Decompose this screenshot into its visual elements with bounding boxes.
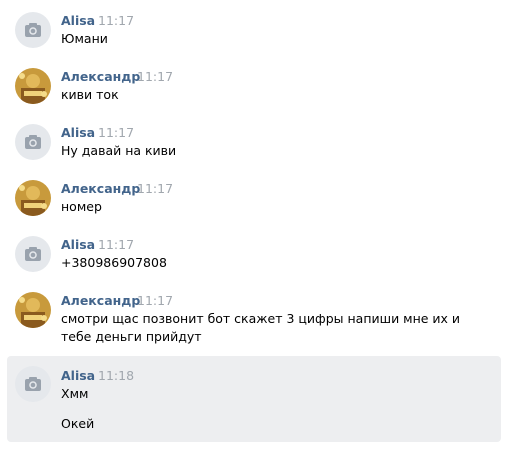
message-author[interactable]: Александр bbox=[61, 181, 140, 196]
message-item[interactable]: Александр 11:17 номер bbox=[0, 168, 514, 224]
message-item[interactable]: Александр 11:17 смотри щас позвонит бот … bbox=[0, 280, 514, 354]
message-item[interactable]: Alisa 11:17 Юмани bbox=[0, 0, 514, 56]
message-author[interactable]: Alisa bbox=[61, 368, 95, 383]
message-time[interactable]: 11:17 bbox=[137, 293, 173, 308]
user-photo-avatar[interactable] bbox=[15, 68, 51, 104]
message-text: Хмм bbox=[61, 386, 89, 401]
message-item[interactable]: Александр 11:17 киви ток bbox=[0, 56, 514, 112]
camera-placeholder-icon[interactable] bbox=[15, 12, 51, 48]
message-text: Ну давай на киви bbox=[61, 143, 177, 158]
message-text: номер bbox=[61, 199, 102, 214]
message-author[interactable]: Александр bbox=[61, 293, 140, 308]
message-text: +380986907808 bbox=[61, 255, 167, 270]
message-text: тебе деньги прийдут bbox=[61, 329, 202, 344]
message-time[interactable]: 11:17 bbox=[98, 13, 134, 28]
message-text: киви ток bbox=[61, 87, 119, 102]
message-item[interactable]: Alisa 11:17 +380986907808 bbox=[0, 224, 514, 280]
message-item[interactable]: Alisa 11:17 Ну давай на киви bbox=[0, 112, 514, 168]
chat-history: Alisa 11:17 Юмани Александр 11:17 киви т… bbox=[0, 0, 514, 459]
camera-placeholder-icon[interactable] bbox=[15, 236, 51, 272]
message-text: Юмани bbox=[61, 31, 108, 46]
message-time[interactable]: 11:18 bbox=[98, 368, 134, 383]
message-author[interactable]: Alisa bbox=[61, 237, 95, 252]
message-time[interactable]: 11:17 bbox=[137, 181, 173, 196]
message-time[interactable]: 11:17 bbox=[98, 125, 134, 140]
message-text: Окей bbox=[61, 416, 95, 431]
user-photo-avatar[interactable] bbox=[15, 180, 51, 216]
message-time[interactable]: 11:17 bbox=[137, 69, 173, 84]
message-author[interactable]: Alisa bbox=[61, 13, 95, 28]
camera-placeholder-icon[interactable] bbox=[15, 124, 51, 160]
camera-placeholder-icon[interactable] bbox=[15, 366, 51, 402]
message-time[interactable]: 11:17 bbox=[98, 237, 134, 252]
message-author[interactable]: Александр bbox=[61, 69, 140, 84]
message-item-selected[interactable]: Alisa 11:18 Хмм Окей bbox=[7, 356, 501, 442]
message-text: смотри щас позвонит бот скажет 3 цифры н… bbox=[61, 311, 461, 326]
message-author[interactable]: Alisa bbox=[61, 125, 95, 140]
user-photo-avatar[interactable] bbox=[15, 292, 51, 328]
